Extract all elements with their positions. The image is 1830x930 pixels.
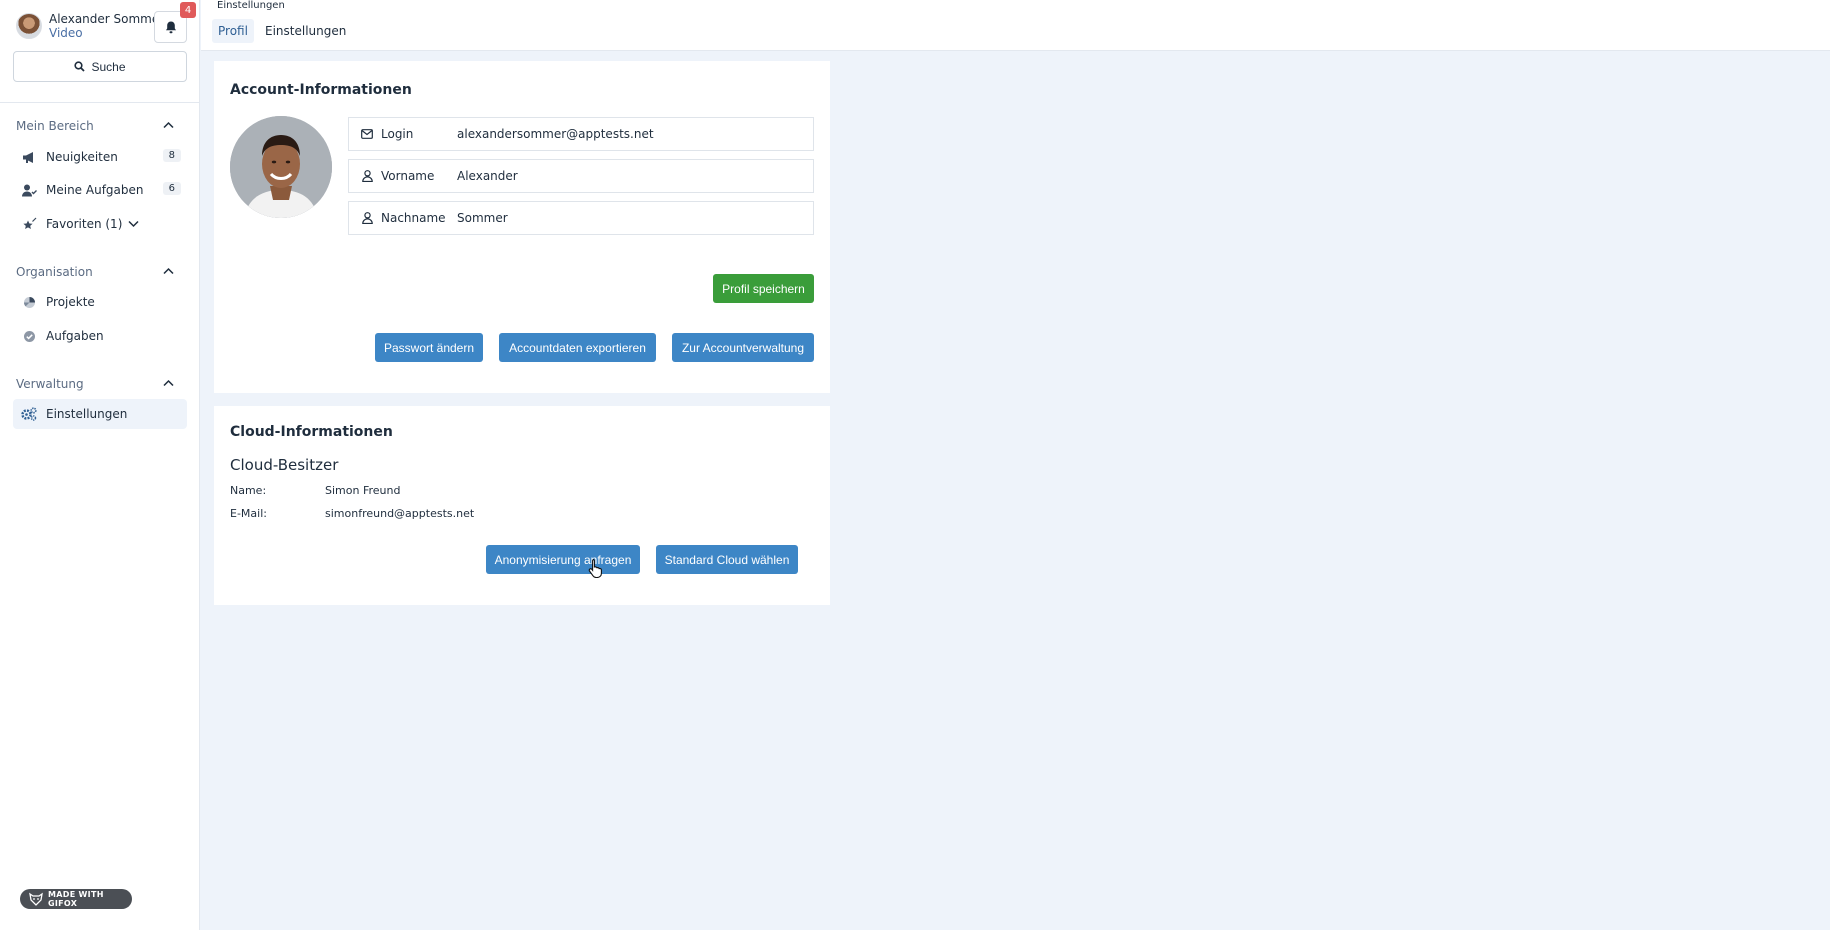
chevron-up-icon[interactable] bbox=[163, 379, 174, 387]
chevron-up-icon[interactable] bbox=[163, 267, 174, 275]
user-subtitle: Video bbox=[49, 26, 83, 40]
owner-email-value: simonfreund@apptests.net bbox=[325, 507, 475, 520]
avatar bbox=[16, 13, 42, 39]
search-icon bbox=[74, 61, 86, 72]
sidebar-item-einstellungen[interactable]: Einstellungen bbox=[13, 399, 187, 429]
sidebar-item-aufgaben[interactable]: Aufgaben bbox=[13, 321, 187, 351]
pie-chart-icon bbox=[21, 294, 37, 310]
gifox-watermark: MADE WITH GIFOX bbox=[20, 889, 132, 909]
lastname-value[interactable]: Sommer bbox=[457, 211, 508, 225]
owner-name-value: Simon Freund bbox=[325, 484, 401, 497]
profile-photo bbox=[230, 116, 332, 218]
count-badge: 6 bbox=[162, 182, 181, 195]
sidebar-item-meine-aufgaben[interactable]: Meine Aufgaben 6 bbox=[13, 175, 187, 205]
gears-icon bbox=[21, 406, 37, 422]
sidebar-item-label: Neuigkeiten bbox=[46, 150, 118, 164]
section-title-verwaltung: Verwaltung bbox=[16, 377, 84, 391]
user-name: Alexander Sommer bbox=[49, 12, 165, 26]
sidebar-item-label: Aufgaben bbox=[46, 329, 104, 343]
notification-badge: 4 bbox=[180, 2, 196, 18]
sidebar-item-label: Projekte bbox=[46, 295, 95, 309]
user-profile[interactable]: Alexander Sommer Video bbox=[16, 12, 164, 40]
search-button[interactable]: Suche bbox=[13, 51, 187, 82]
hand-cursor-icon bbox=[588, 558, 602, 578]
star-icon bbox=[21, 216, 37, 232]
owner-name-label: Name: bbox=[230, 484, 267, 497]
divider bbox=[0, 102, 200, 103]
login-value: alexandersommer@apptests.net bbox=[457, 127, 654, 141]
firstname-value[interactable]: Alexander bbox=[457, 169, 518, 183]
top-bar: Einstellungen Profil Einstellungen bbox=[201, 0, 1830, 51]
cloud-owner-title: Cloud-Besitzer bbox=[230, 456, 339, 474]
tab-profil[interactable]: Profil bbox=[212, 19, 254, 43]
firstname-field[interactable]: Vorname Alexander bbox=[348, 159, 814, 193]
chevron-up-icon[interactable] bbox=[163, 121, 174, 129]
breadcrumb: Einstellungen bbox=[217, 0, 285, 11]
save-profile-button[interactable]: Profil speichern bbox=[713, 274, 814, 303]
sidebar-item-neuigkeiten[interactable]: Neuigkeiten 8 bbox=[13, 142, 187, 172]
section-title-mein-bereich: Mein Bereich bbox=[16, 119, 94, 133]
tab-einstellungen[interactable]: Einstellungen bbox=[259, 19, 352, 43]
login-label: Login bbox=[381, 127, 414, 141]
chevron-down-icon[interactable] bbox=[128, 220, 139, 228]
person-icon bbox=[359, 212, 375, 224]
count-badge: 8 bbox=[162, 149, 181, 162]
account-card: Account-Informationen Login alexandersom… bbox=[214, 61, 830, 393]
account-management-button[interactable]: Zur Accountverwaltung bbox=[672, 333, 814, 362]
change-password-button[interactable]: Passwort ändern bbox=[375, 333, 483, 362]
bell-icon bbox=[165, 21, 176, 33]
sidebar: Alexander Sommer Video 4 Suche Mein Bere… bbox=[0, 0, 200, 930]
choose-default-cloud-button[interactable]: Standard Cloud wählen bbox=[656, 545, 798, 574]
lastname-label: Nachname bbox=[381, 211, 446, 225]
search-label: Suche bbox=[91, 59, 126, 74]
person-icon bbox=[359, 170, 375, 182]
export-account-data-button[interactable]: Accountdaten exportieren bbox=[499, 333, 656, 362]
section-title-organisation: Organisation bbox=[16, 265, 93, 279]
sidebar-item-label: Einstellungen bbox=[46, 407, 128, 421]
check-circle-icon bbox=[21, 328, 37, 344]
firstname-label: Vorname bbox=[381, 169, 435, 183]
megaphone-icon bbox=[21, 149, 37, 165]
sidebar-item-label: Meine Aufgaben bbox=[46, 183, 144, 197]
sidebar-item-projekte[interactable]: Projekte bbox=[13, 287, 187, 317]
sidebar-item-label: Favoriten (1) bbox=[46, 217, 123, 231]
sidebar-item-favoriten[interactable]: Favoriten (1) bbox=[13, 209, 187, 239]
fox-icon bbox=[29, 892, 43, 906]
owner-email-label: E-Mail: bbox=[230, 507, 267, 520]
envelope-icon bbox=[359, 129, 375, 139]
account-card-title: Account-Informationen bbox=[230, 82, 412, 98]
lastname-field[interactable]: Nachname Sommer bbox=[348, 201, 814, 235]
user-check-icon bbox=[21, 182, 37, 198]
request-anonymization-button[interactable]: Anonymisierung anfragen bbox=[486, 545, 640, 574]
cloud-card: Cloud-Informationen Cloud-Besitzer Name:… bbox=[214, 406, 830, 605]
cloud-card-title: Cloud-Informationen bbox=[230, 424, 393, 440]
gifox-label: MADE WITH GIFOX bbox=[48, 890, 104, 908]
login-field: Login alexandersommer@apptests.net bbox=[348, 117, 814, 151]
